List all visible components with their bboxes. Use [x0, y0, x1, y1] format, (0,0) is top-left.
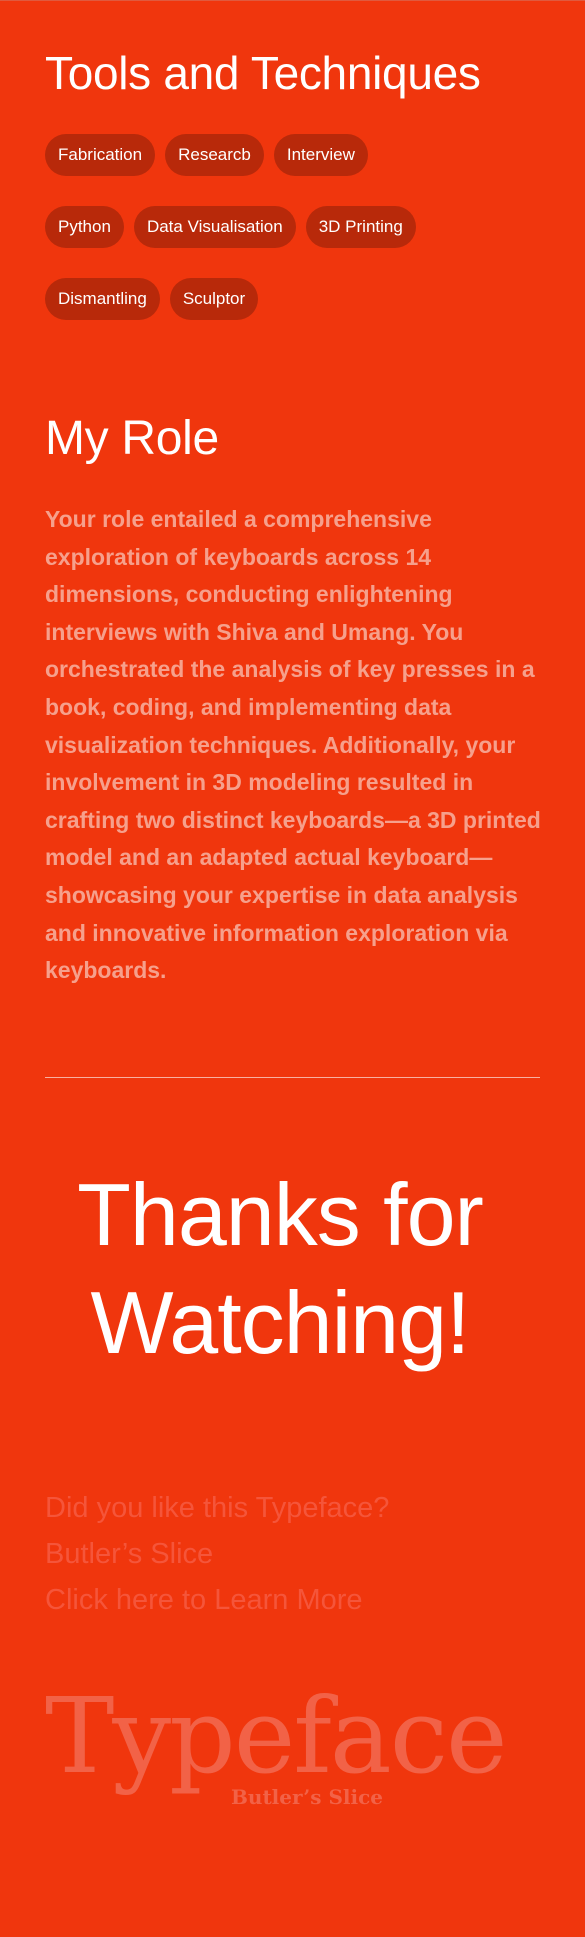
chip-row: Dismantling Sculptor	[45, 278, 259, 320]
page: Tools and Techniques Fabrication Researc…	[0, 0, 585, 1937]
role-title: My Role	[45, 412, 219, 465]
typeface-question: Did you like this Typeface?	[45, 1492, 390, 1524]
role-description: Your role entailed a comprehensive explo…	[45, 506, 541, 984]
logo-wordmark: Typeface	[45, 1675, 508, 1797]
chip-fabrication[interactable]: Fabrication	[45, 134, 156, 176]
thanks-line-2: Watching!	[90, 1273, 470, 1372]
section-divider	[45, 1077, 540, 1078]
chip-sculptor[interactable]: Sculptor	[169, 278, 259, 320]
typeface-logo[interactable]: Typeface Butler’s Slice	[45, 1681, 535, 1821]
chip-data-visualisation[interactable]: Data Visualisation	[133, 206, 296, 248]
chip-interview[interactable]: Interview	[273, 134, 368, 176]
tools-title: Tools and Techniques	[45, 47, 481, 99]
chip-research[interactable]: Researcb	[165, 134, 264, 176]
chip-row: Fabrication Researcb Interview	[45, 134, 368, 176]
chip-dismantling[interactable]: Dismantling	[45, 278, 160, 320]
thanks-heading: Thanks for Watching!	[45, 1161, 515, 1377]
chip-3d-printing[interactable]: 3D Printing	[305, 206, 416, 248]
chip-row: Python Data Visualisation 3D Printing	[45, 206, 416, 248]
thanks-line-1: Thanks for	[77, 1165, 484, 1264]
chip-python[interactable]: Python	[45, 206, 124, 248]
logo-subtitle: Butler’s Slice	[231, 1785, 384, 1809]
learn-more-link[interactable]: Click here to Learn More	[45, 1577, 389, 1623]
typeface-name-link[interactable]: Butler’s Slice	[45, 1531, 389, 1577]
typeface-info: Did you like this Typeface? Butler’s Sli…	[45, 1485, 389, 1623]
